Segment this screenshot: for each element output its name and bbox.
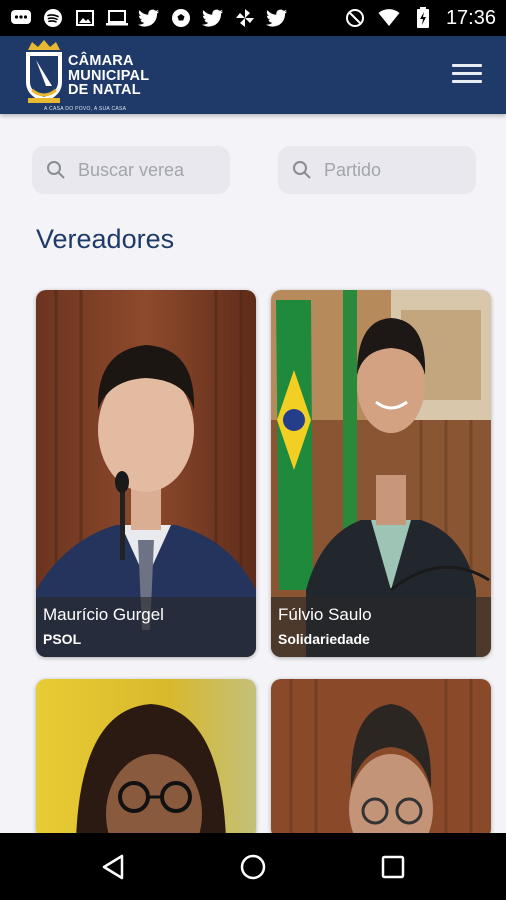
partido-filter-field[interactable] xyxy=(278,146,476,194)
status-bar: 17:36 xyxy=(0,0,506,36)
vereador-search-field[interactable] xyxy=(32,146,230,194)
recents-icon[interactable] xyxy=(377,851,409,883)
search-icon xyxy=(293,161,311,179)
spotify-icon xyxy=(42,8,64,28)
vereador-card[interactable] xyxy=(271,679,491,839)
pinwheel-icon xyxy=(234,8,256,28)
twitter-icon xyxy=(266,8,288,28)
clock: 17:36 xyxy=(445,6,496,29)
camara-crest-icon xyxy=(22,40,66,106)
logo-line-1: CÂMARA xyxy=(68,53,134,69)
vereador-photo xyxy=(36,679,256,839)
vereador-photo xyxy=(271,679,491,839)
vereador-caption: Maurício Gurgel PSOL xyxy=(36,597,256,657)
vereador-card[interactable]: Maurício Gurgel PSOL xyxy=(36,290,256,657)
battery-charging-icon xyxy=(412,7,434,28)
soccer-icon xyxy=(170,8,192,28)
logo-line-2: MUNICIPAL xyxy=(68,67,150,84)
search-icon xyxy=(47,161,65,179)
vereador-caption: Fúlvio Saulo Solidariedade xyxy=(271,597,491,657)
vereador-search-input[interactable] xyxy=(78,159,198,181)
hamburger-menu-icon[interactable] xyxy=(452,64,482,86)
wifi-icon xyxy=(378,8,400,28)
vereador-name: Maurício Gurgel xyxy=(43,605,164,624)
dnd-icon xyxy=(344,8,366,28)
vereador-card[interactable]: Fúlvio Saulo Solidariedade xyxy=(271,290,491,657)
twitter-icon xyxy=(202,8,224,28)
twitter-icon xyxy=(138,8,160,28)
logo-wordmark: CÂMARA MUNICIPAL DE NATAL xyxy=(68,54,149,98)
app-header: CÂMARA MUNICIPAL DE NATAL A CASA DO POVO… xyxy=(0,36,506,114)
image-icon xyxy=(74,8,96,28)
system-nav-bar xyxy=(0,833,506,900)
section-title: Vereadores xyxy=(36,224,175,254)
logo-tagline: A CASA DO POVO, A SUA CASA xyxy=(44,106,127,112)
vereador-party: Solidariedade xyxy=(278,631,370,647)
logo-line-3: DE NATAL xyxy=(68,82,141,98)
vereador-party: PSOL xyxy=(43,631,82,647)
back-icon[interactable] xyxy=(98,851,130,883)
laptop-icon xyxy=(106,8,128,28)
partido-filter-input[interactable] xyxy=(324,159,444,181)
messaging-icon xyxy=(10,8,32,28)
vereador-name: Fúlvio Saulo xyxy=(278,605,372,624)
vereador-card[interactable] xyxy=(36,679,256,839)
home-icon[interactable] xyxy=(237,851,269,883)
